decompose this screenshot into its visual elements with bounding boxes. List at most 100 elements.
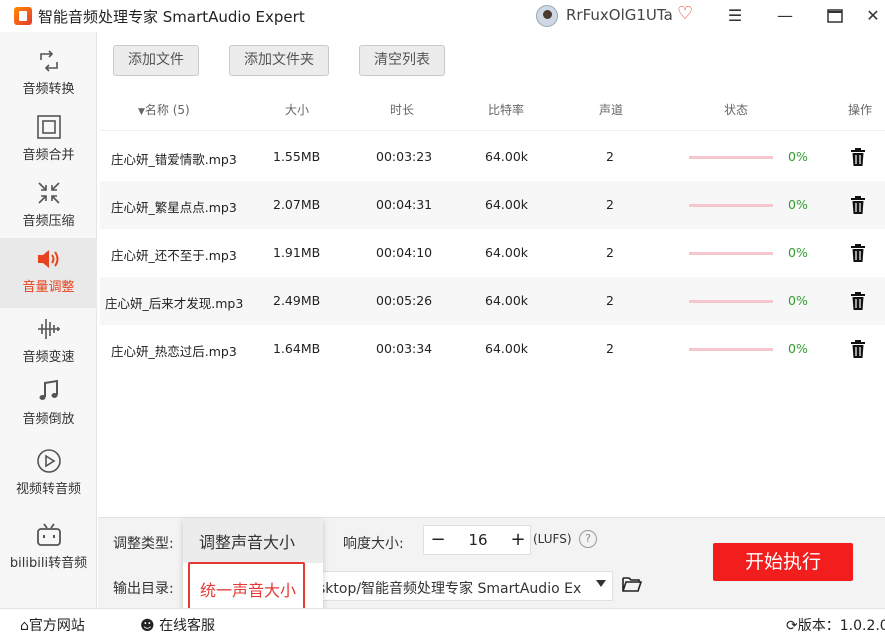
sidebar-item-video-to-audio[interactable]: 视频转音频: [0, 440, 97, 506]
loudness-unit: (LUFS): [533, 532, 572, 546]
convert-icon: [35, 48, 63, 76]
file-size: 1.55MB: [273, 149, 321, 164]
table-row[interactable]: 庄心妍_热恋过后.mp3 1.64MB 00:03:34 64.00k 2 0%: [100, 325, 885, 373]
sidebar-item-bilibili-to-audio[interactable]: bilibili转音频: [0, 514, 97, 580]
file-duration: 00:04:31: [376, 197, 433, 212]
progress-text: 0%: [788, 149, 808, 164]
table-header: ▼名称 (5) 大小 时长 比特率 声道 状态 操作: [100, 87, 885, 131]
increment-button[interactable]: +: [504, 526, 532, 554]
output-path-select[interactable]: sktop/智能音频处理专家 SmartAudio Ex: [315, 571, 613, 601]
sidebar-item-label: 音频合并: [22, 148, 75, 163]
status-header: 状态: [724, 103, 749, 117]
music-note-icon: [35, 378, 63, 406]
file-channels: 2: [606, 149, 614, 164]
progress-bar: [689, 252, 773, 255]
loudness-label: 响度大小:: [343, 536, 404, 552]
sidebar-item-label: 音频转换: [22, 82, 75, 97]
table-row[interactable]: 庄心妍_还不至于.mp3 1.91MB 00:04:10 64.00k 2 0%: [100, 229, 885, 277]
decrement-button[interactable]: −: [424, 526, 452, 554]
user-name[interactable]: RrFuxOlG1UTa: [566, 6, 673, 24]
clear-list-button[interactable]: 清空列表: [359, 45, 445, 76]
merge-icon: [35, 114, 63, 142]
sidebar-item-audio-speed[interactable]: 音频变速: [0, 308, 97, 374]
progress-bar: [689, 348, 773, 351]
duration-header: 时长: [390, 103, 415, 117]
app-title: 智能音频处理专家 SmartAudio Expert: [38, 8, 305, 26]
sidebar: 音频转换 音频合并 音频压缩 音量调整 音频变速 音频倒放 视频转音频 bili…: [0, 32, 97, 608]
user-icon: ☻: [140, 618, 155, 632]
add-file-button[interactable]: 添加文件: [113, 45, 199, 76]
file-size: 2.07MB: [273, 197, 321, 212]
loudness-value[interactable]: 16: [452, 526, 504, 554]
speaker-icon: [35, 246, 63, 274]
trash-icon[interactable]: [850, 148, 866, 166]
file-channels: 2: [606, 293, 614, 308]
file-name: 庄心妍_热恋过后.mp3: [111, 344, 237, 359]
maximize-button[interactable]: [821, 4, 849, 28]
file-bitrate: 64.00k: [485, 149, 529, 164]
option-adjust-volume[interactable]: 调整声音大小: [183, 519, 323, 563]
chevron-down-icon: [596, 580, 606, 587]
file-name: 庄心妍_错爱情歌.mp3: [111, 152, 237, 167]
online-support-link[interactable]: ☻ 在线客服: [140, 615, 215, 632]
file-bitrate: 64.00k: [485, 341, 529, 356]
size-header: 大小: [285, 103, 310, 117]
sidebar-item-audio-merge[interactable]: 音频合并: [0, 106, 97, 172]
trash-icon[interactable]: [850, 244, 866, 262]
sidebar-item-audio-reverse[interactable]: 音频倒放: [0, 370, 97, 436]
trash-icon[interactable]: [850, 292, 866, 310]
minimize-button[interactable]: —: [771, 4, 799, 28]
menu-icon[interactable]: ☰: [721, 4, 749, 28]
file-duration: 00:03:34: [376, 341, 433, 356]
progress-text: 0%: [788, 197, 808, 212]
sort-name-header[interactable]: ▼名称 (5): [138, 101, 190, 118]
sidebar-item-volume-adjust[interactable]: 音量调整: [0, 238, 97, 308]
progress-text: 0%: [788, 245, 808, 260]
close-button[interactable]: ✕: [859, 4, 885, 28]
file-bitrate: 64.00k: [485, 197, 529, 212]
progress-bar: [689, 204, 773, 207]
sidebar-item-label: 音量调整: [22, 280, 75, 295]
sidebar-item-audio-convert[interactable]: 音频转换: [0, 40, 97, 106]
waveform-icon: [35, 316, 63, 344]
add-folder-button[interactable]: 添加文件夹: [229, 45, 329, 76]
compress-icon: [35, 180, 63, 208]
user-avatar[interactable]: [536, 5, 558, 27]
file-duration: 00:03:23: [376, 149, 433, 164]
official-website-link[interactable]: ⌂官方网站: [20, 615, 85, 632]
file-bitrate: 64.00k: [485, 245, 529, 260]
refresh-icon: ⟳: [786, 618, 798, 632]
loudness-stepper: − 16 +: [423, 525, 531, 555]
sidebar-item-audio-compress[interactable]: 音频压缩: [0, 172, 97, 238]
sidebar-item-label: 音频变速: [22, 350, 75, 365]
channels-header: 声道: [599, 103, 624, 117]
file-name: 庄心妍_还不至于.mp3: [111, 248, 237, 263]
version-info[interactable]: ⟳版本：1.0.2.0: [786, 615, 885, 632]
folder-open-icon[interactable]: [622, 576, 642, 592]
sort-desc-icon: ▼: [138, 107, 145, 117]
trash-icon[interactable]: [850, 340, 866, 358]
file-channels: 2: [606, 245, 614, 260]
sidebar-item-label: 音频倒放: [22, 412, 75, 427]
progress-bar: [689, 300, 773, 303]
start-button[interactable]: 开始执行: [713, 543, 853, 581]
file-channels: 2: [606, 341, 614, 356]
help-icon[interactable]: ?: [579, 530, 597, 548]
trash-icon[interactable]: [850, 196, 866, 214]
file-name: 庄心妍_后来才发现.mp3: [105, 296, 244, 311]
vip-diamond-icon[interactable]: ♡: [677, 3, 693, 24]
status-bar: ⌂官方网站 ☻ 在线客服 ⟳版本：1.0.2.0: [0, 608, 885, 632]
table-row[interactable]: 庄心妍_后来才发现.mp3 2.49MB 00:05:26 64.00k 2 0…: [100, 277, 885, 325]
output-dir-label: 输出目录:: [113, 581, 174, 597]
file-channels: 2: [606, 197, 614, 212]
sidebar-item-label: bilibili转音频: [9, 556, 88, 571]
file-name: 庄心妍_繁星点点.mp3: [111, 200, 237, 215]
sidebar-item-label: 视频转音频: [15, 482, 81, 497]
progress-text: 0%: [788, 293, 808, 308]
bitrate-header: 比特率: [488, 103, 525, 117]
table-row[interactable]: 庄心妍_繁星点点.mp3 2.07MB 00:04:31 64.00k 2 0%: [100, 181, 885, 229]
adjust-type-label: 调整类型:: [113, 536, 174, 552]
file-size: 1.64MB: [273, 341, 321, 356]
file-duration: 00:04:10: [376, 245, 433, 260]
table-row[interactable]: 庄心妍_错爱情歌.mp3 1.55MB 00:03:23 64.00k 2 0%: [100, 133, 885, 181]
